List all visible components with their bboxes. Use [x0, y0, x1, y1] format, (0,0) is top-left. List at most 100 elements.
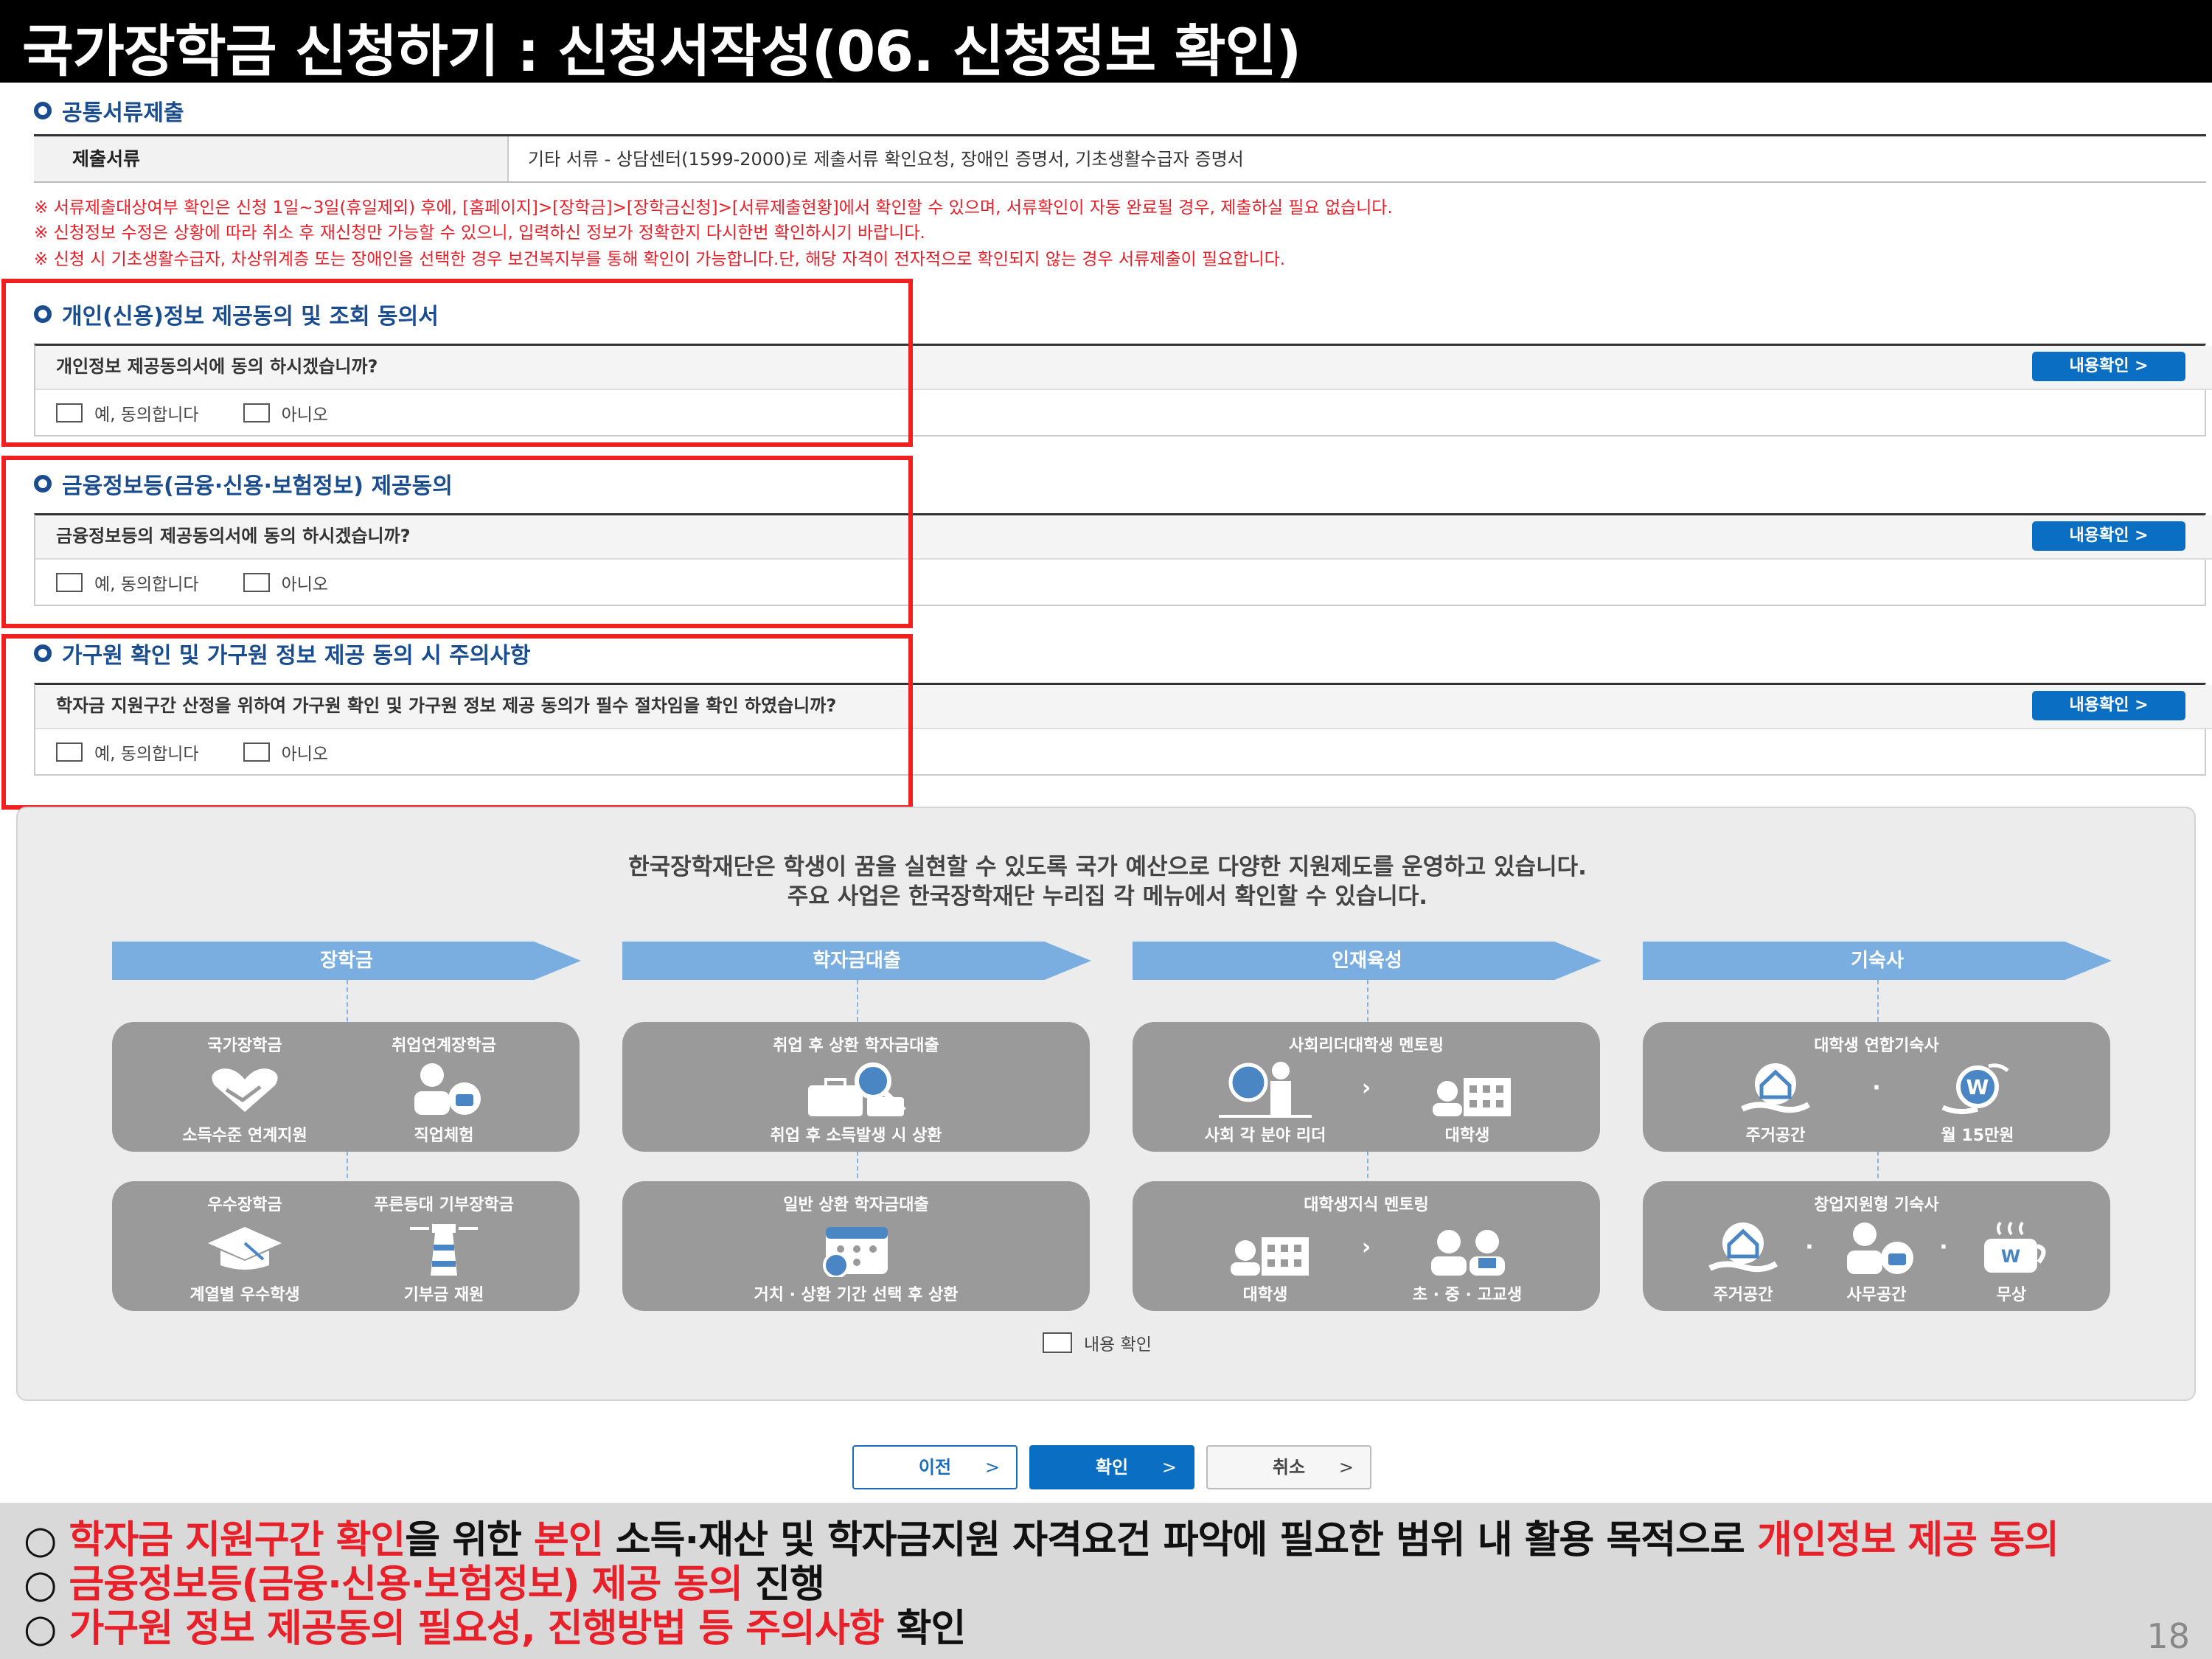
card-label: 주거공간 [1713, 1286, 1773, 1304]
card-icl-loan: 취업 후 상환 학자금대출 취업 후 소득발생 시 상환 [622, 1022, 1090, 1152]
card-label: 무상 [1996, 1286, 2027, 1304]
card-label: 일반 상환 학자금대출 [783, 1196, 929, 1214]
house-hand-icon [1735, 1060, 1816, 1121]
chevron-right-icon: > [984, 1457, 1000, 1478]
documents-value: 기타 서류 - 상담센터(1599-2000)로 제출서류 확인요청, 장애인 … [528, 149, 1244, 170]
confirm-button-label: 확인 [1095, 1457, 1129, 1478]
confirm-button[interactable]: 확인 > [1029, 1445, 1194, 1489]
calendar-icon [815, 1220, 897, 1280]
job-experience-icon [400, 1060, 488, 1121]
prev-button-label: 이전 [918, 1457, 952, 1478]
section-title-docs-text: 공통서류제출 [62, 100, 184, 126]
checkbox[interactable] [1043, 1332, 1072, 1353]
info-line-1: 한국장학재단은 학생이 꿈을 실현할 수 있도록 국가 예산으로 다양한 지원제… [628, 854, 1587, 880]
content-confirm-label: 내용 확인 [1084, 1335, 1152, 1354]
view-content-button[interactable]: 내용확인 > [2032, 521, 2185, 551]
documents-table: 제출서류 기타 서류 - 상담센터(1599-2000)로 제출서류 확인요청,… [34, 134, 2206, 183]
card-label: 대학생지식 멘토링 [1304, 1196, 1429, 1214]
info-line-2: 주요 사업은 한국장학재단 누리집 각 메뉴에서 확인할 수 있습니다. [787, 883, 1428, 910]
card-label: 우수장학금 [207, 1196, 282, 1214]
summary-line-3: ○ 가구원 정보 제공동의 필요성, 진행방법 등 주의사항 확인 [24, 1597, 967, 1652]
card-label: 취업 후 소득발생 시 상환 [770, 1127, 942, 1145]
card-social-leader-mentoring: 사회리더대학생 멘토링 › 사회 각 분야 리더 대학생 [1133, 1022, 1600, 1152]
highlighted-text: 개인정보 제공 동의 [1756, 1518, 2059, 1562]
card-label: 취업연계장학금 [392, 1037, 496, 1055]
card-label: 소득수준 연계지원 [182, 1127, 307, 1145]
notice-1: ※ 서류제출대상여부 확인은 신청 1일~3일(휴일제외) 후에, [홈페이지]… [34, 198, 1393, 218]
kosaf-info-panel: 한국장학재단은 학생이 꿈을 실현할 수 있도록 국가 예산으로 다양한 지원제… [16, 807, 2196, 1401]
category-dormitory: 기숙사 [1643, 942, 2112, 980]
section-title-docs: 공통서류제출 [34, 94, 184, 127]
free-cup-icon: W [1971, 1220, 2052, 1280]
house-hand-icon [1703, 1220, 1784, 1280]
category-scholarship: 장학금 [112, 942, 581, 980]
card-general-loan: 일반 상환 학자금대출 거치 · 상환 기간 선택 후 상환 [622, 1181, 1090, 1311]
card-label: 취업 후 상환 학자금대출 [773, 1037, 939, 1055]
card-label: 창업지원형 기숙사 [1814, 1196, 1939, 1214]
bullet-ring-icon [34, 102, 52, 119]
card-label: 계열별 우수학생 [189, 1286, 300, 1304]
office-worker-icon [1832, 1220, 1921, 1280]
view-content-button[interactable]: 내용확인 > [2032, 691, 2185, 720]
view-content-label: 내용확인 [2069, 696, 2129, 714]
card-label: 초 · 중 · 고교생 [1412, 1286, 1523, 1304]
highlight-box-household [1, 634, 913, 810]
notice-3: ※ 신청 시 기초생활수급자, 차상위계층 또는 장애인을 선택한 경우 보건복… [34, 250, 1286, 269]
dot-separator-icon: · [1805, 1234, 1814, 1260]
dot-separator-icon: · [1872, 1075, 1881, 1101]
highlight-box-personal-info [1, 279, 913, 447]
card-label: 주거공간 [1745, 1127, 1806, 1145]
card-label: 푸른등대 기부장학금 [374, 1196, 514, 1214]
highlight-box-financial-info [1, 456, 913, 628]
card-label: 사회리더대학생 멘토링 [1288, 1037, 1444, 1055]
card-label: 직업체험 [414, 1127, 474, 1145]
briefcase-search-icon [801, 1060, 911, 1121]
slide-title: 국가장학금 신청하기 : 신청서작성(06. 신청정보 확인) [22, 18, 1301, 84]
view-content-label: 내용확인 [2069, 526, 2129, 545]
handshake-icon [204, 1063, 285, 1118]
leader-icon [1217, 1060, 1313, 1121]
highlighted-text: 가구원 정보 제공동의 필요성, 진행방법 등 주의사항 [69, 1607, 884, 1651]
svg-text:W: W [1966, 1075, 1989, 1099]
card-label: 대학생 연합기숙사 [1814, 1037, 1939, 1055]
graduation-cap-icon [204, 1222, 285, 1277]
view-content-label: 내용확인 [2069, 357, 2129, 375]
arrow-right-icon: › [1361, 1075, 1371, 1101]
card-knowledge-mentoring: 대학생지식 멘토링 › 대학생 초 · 중 · 고교생 [1133, 1181, 1600, 1311]
card-label: 국가장학금 [207, 1037, 282, 1055]
notice-2: ※ 신청정보 수정은 상황에 따라 취소 후 재신청만 가능할 수 있으니, 입… [34, 223, 925, 243]
summary-text: 확인 [883, 1607, 967, 1651]
documents-header: 제출서류 [34, 136, 509, 181]
cancel-button-label: 취소 [1272, 1457, 1306, 1478]
arrow-right-icon: › [1361, 1234, 1371, 1260]
svg-text:W: W [2001, 1246, 2020, 1267]
card-startup-dormitory: 창업지원형 기숙사 · · W 주거공간 사무공간 무상 [1643, 1181, 2110, 1311]
card-merit-scholarship: 우수장학금 푸른등대 기부장학금 계열별 우수학생 기부금 재원 [112, 1181, 580, 1311]
category-talent-development: 인재육성 [1133, 942, 1601, 980]
view-content-button[interactable]: 내용확인 > [2032, 352, 2185, 381]
card-national-scholarship: 국가장학금 취업연계장학금 소득수준 연계지원 직업체험 [112, 1022, 580, 1152]
slide-title-bar: 국가장학금 신청하기 : 신청서작성(06. 신청정보 확인) [0, 0, 2212, 84]
card-label: 월 15만원 [1941, 1127, 2014, 1145]
summary-bar: ○ 학자금 지원구간 확인을 위한 본인 소득·재산 및 학자금지원 자격요건 … [0, 1503, 2212, 1659]
lighthouse-icon [407, 1220, 481, 1280]
chevron-right-icon: > [1338, 1457, 1354, 1478]
card-label: 대학생 [1242, 1286, 1288, 1304]
card-label: 사무공간 [1846, 1286, 1907, 1304]
card-united-dormitory: 대학생 연합기숙사 · W 주거공간 월 15만원 [1643, 1022, 2110, 1152]
university-student-icon [1217, 1220, 1313, 1280]
won-coin-icon: W [1937, 1060, 2018, 1121]
card-label: 대학생 [1444, 1127, 1490, 1145]
prev-button[interactable]: 이전 > [852, 1445, 1018, 1489]
cancel-button[interactable]: 취소 > [1206, 1445, 1371, 1489]
dot-separator-icon: · [1939, 1234, 1948, 1260]
page-number: 18 [2146, 1616, 2190, 1656]
card-label: 사회 각 분야 리더 [1204, 1127, 1326, 1145]
card-label: 거치 · 상환 기간 선택 후 상환 [754, 1286, 959, 1304]
card-label: 기부금 재원 [403, 1286, 484, 1304]
summary-text: ○ [24, 1607, 69, 1651]
content-confirm-checkbox[interactable]: 내용 확인 [1043, 1330, 1152, 1355]
students-icon [1419, 1220, 1515, 1280]
university-student-icon [1419, 1060, 1515, 1121]
chevron-right-icon: > [1161, 1457, 1177, 1478]
